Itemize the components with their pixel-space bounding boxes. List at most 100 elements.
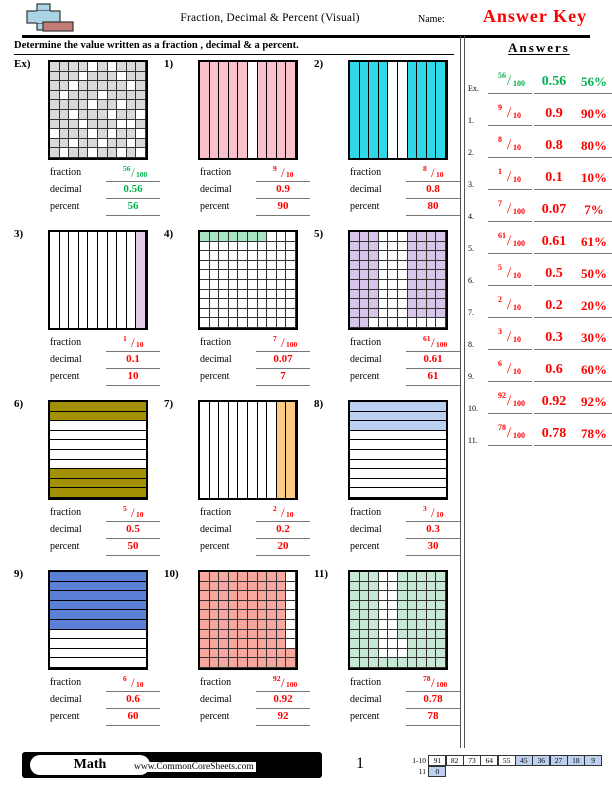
decimal-value[interactable]: 0.56 — [106, 183, 160, 199]
grid-cell-empty — [286, 241, 296, 252]
grid-cell-empty — [50, 421, 146, 431]
decimal-value[interactable]: 0.78 — [406, 693, 460, 709]
grid-cell-empty — [98, 138, 108, 149]
fraction-value[interactable]: 61/100 — [406, 334, 460, 352]
grid-cell-empty — [257, 280, 268, 290]
decimal-value[interactable]: 0.07 — [256, 353, 310, 369]
decimal-value[interactable]: 0.61 — [406, 353, 460, 369]
grid-cell-empty — [388, 251, 398, 261]
decimal-value[interactable]: 0.1 — [106, 353, 160, 369]
grid-cell-empty — [286, 270, 296, 280]
percent-value[interactable]: 7 — [256, 370, 310, 386]
percent-value[interactable]: 20 — [256, 540, 310, 556]
answer-row: 5. 61/100 0.61 61% — [468, 222, 612, 254]
grid-cell-empty — [436, 318, 446, 328]
answer-decimal: 0.5 — [534, 263, 574, 286]
score-cell[interactable]: 0 — [428, 766, 447, 777]
shaded-grid — [198, 570, 298, 670]
percent-value[interactable]: 60 — [106, 710, 160, 726]
score-cell[interactable]: 73 — [462, 755, 481, 766]
percent-value[interactable]: 78 — [406, 710, 460, 726]
fraction-value[interactable]: 3/10 — [406, 504, 460, 522]
decimal-value[interactable]: 0.8 — [406, 183, 460, 199]
fraction-label: fraction — [50, 167, 82, 178]
grid-cell-shaded — [417, 280, 427, 290]
score-cell[interactable]: 36 — [532, 755, 551, 766]
grid-cell-shaded — [417, 658, 427, 668]
answer-lines: fraction 56/100 decimal 0.56 percent 56 — [50, 164, 160, 217]
fraction-label: fraction — [200, 507, 232, 518]
grid-cell-shaded — [50, 110, 60, 120]
percent-value[interactable]: 30 — [406, 540, 460, 556]
grid-cell-shaded — [407, 308, 418, 319]
score-cell[interactable]: 45 — [514, 755, 533, 766]
grid-cell-shaded — [350, 629, 360, 640]
grid-cell-shaded — [136, 232, 146, 328]
grid-cell-empty — [369, 318, 379, 328]
decimal-value[interactable]: 0.92 — [256, 693, 310, 709]
grid-cell-empty — [200, 251, 210, 261]
percent-value[interactable]: 56 — [106, 200, 160, 216]
grid-cell-shaded — [59, 129, 70, 139]
fraction-value[interactable]: 56/100 — [106, 164, 160, 182]
percent-value[interactable]: 90 — [256, 200, 310, 216]
fraction-value[interactable]: 8/10 — [406, 164, 460, 182]
grid-cell-empty — [238, 299, 248, 309]
fraction-value[interactable]: 1/10 — [106, 334, 160, 352]
grid-cell-shaded — [398, 591, 408, 601]
percent-value[interactable]: 92 — [256, 710, 310, 726]
decimal-label: decimal — [200, 694, 232, 705]
grid-cell-empty — [257, 308, 268, 319]
fraction-label: fraction — [50, 507, 82, 518]
grid-cell-empty — [69, 81, 79, 91]
score-cell[interactable]: 27 — [549, 755, 568, 766]
fraction-value[interactable]: 5/10 — [106, 504, 160, 522]
fraction-value[interactable]: 9/10 — [256, 164, 310, 182]
fraction-value[interactable]: 2/10 — [256, 504, 310, 522]
fraction-value[interactable]: 7/100 — [256, 334, 310, 352]
fraction-value[interactable]: 92/100 — [256, 674, 310, 692]
decimal-value[interactable]: 0.5 — [106, 523, 160, 539]
percent-row: percent 20 — [200, 540, 310, 557]
score-cell[interactable]: 18 — [566, 755, 585, 766]
answer-decimal: 0.92 — [534, 391, 574, 414]
grid-cell-shaded — [417, 241, 427, 252]
fraction-value[interactable]: 78/100 — [406, 674, 460, 692]
grid-cell-shaded — [369, 62, 379, 158]
grid-cell-shaded — [350, 308, 360, 319]
percent-value[interactable]: 80 — [406, 200, 460, 216]
answer-row-number: 1. — [468, 116, 474, 125]
percent-value[interactable]: 10 — [106, 370, 160, 386]
decimal-value[interactable]: 0.9 — [256, 183, 310, 199]
decimal-row: decimal 0.9 — [200, 183, 310, 200]
grid-cell-empty — [69, 138, 79, 149]
grid-cell-empty — [238, 308, 248, 319]
grid-cell-shaded — [117, 110, 127, 120]
percent-value[interactable]: 61 — [406, 370, 460, 386]
score-cell[interactable]: 9 — [584, 755, 603, 766]
decimal-value[interactable]: 0.3 — [406, 523, 460, 539]
score-cell[interactable]: 64 — [480, 755, 499, 766]
grid-cell-shaded — [350, 620, 360, 630]
grid-cell-empty — [209, 270, 220, 280]
grid-cell-empty — [59, 148, 70, 158]
grid-cell-shaded — [209, 610, 220, 620]
answer-fraction: 78/100 — [488, 423, 532, 446]
grid-cell-shaded — [359, 600, 370, 611]
answer-fraction: 2/10 — [488, 295, 532, 318]
score-cell[interactable]: 55 — [497, 755, 516, 766]
decimal-value[interactable]: 0.6 — [106, 693, 160, 709]
score-cell[interactable]: 82 — [445, 755, 464, 766]
problems-area: Ex) fraction 56/100 decimal 0.56 percent 56 1) f… — [0, 58, 460, 748]
shaded-grid — [198, 60, 298, 160]
score-cell[interactable]: 91 — [428, 755, 447, 766]
decimal-label: decimal — [200, 184, 232, 195]
grid-cell-empty — [286, 308, 296, 319]
grid-cell-shaded — [50, 411, 146, 422]
grid-cell-empty — [50, 450, 146, 460]
fraction-label: fraction — [200, 337, 232, 348]
decimal-value[interactable]: 0.2 — [256, 523, 310, 539]
grid-cell-empty — [350, 450, 446, 460]
percent-value[interactable]: 50 — [106, 540, 160, 556]
fraction-value[interactable]: 6/10 — [106, 674, 160, 692]
